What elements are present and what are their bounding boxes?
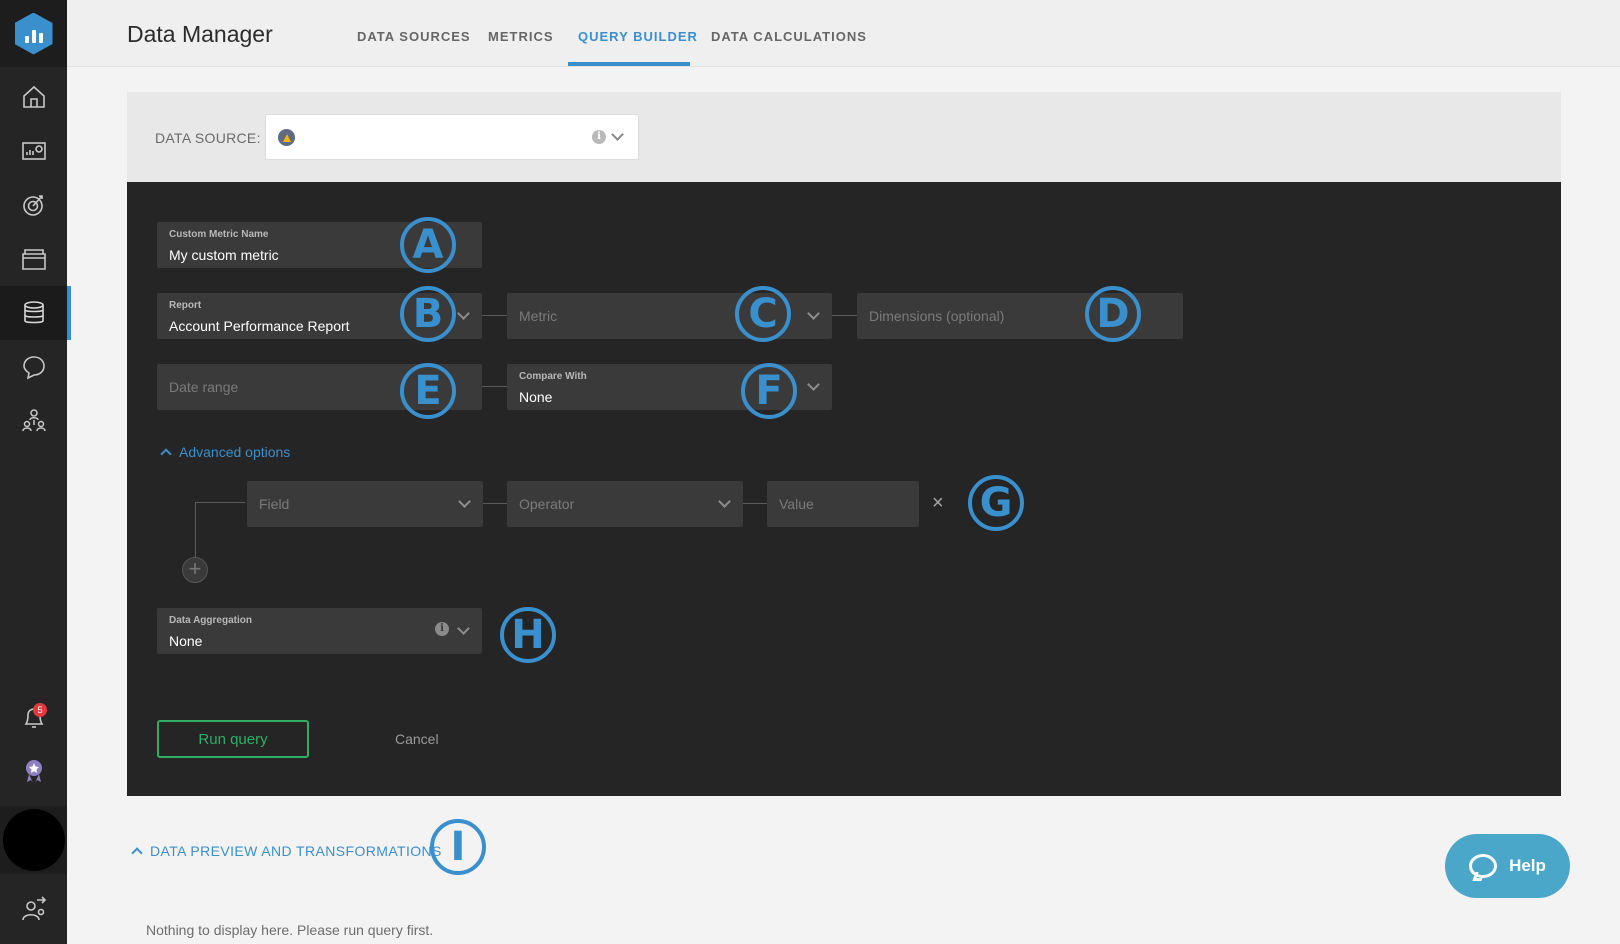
chevron-up-icon: [160, 448, 172, 460]
sidebar-item-dashboards[interactable]: [0, 124, 67, 178]
field-placeholder: Date range: [169, 379, 239, 395]
logo-icon: [14, 12, 53, 55]
annotation-marker-e: E: [400, 363, 456, 419]
database-icon: [23, 301, 44, 324]
field-value: None: [169, 633, 203, 649]
chevron-down-icon: [718, 495, 731, 508]
empty-preview-message: Nothing to display here. Please run quer…: [146, 922, 434, 938]
annotation-marker-c: C: [735, 286, 791, 342]
connector-line: [832, 315, 857, 316]
data-preview-toggle[interactable]: DATA PREVIEW AND TRANSFORMATIONS: [131, 843, 442, 859]
data-aggregation-select[interactable]: Data Aggregation None i: [157, 608, 482, 654]
data-preview-label: DATA PREVIEW AND TRANSFORMATIONS: [150, 843, 442, 859]
top-bar: Data Manager DATA SOURCES METRICS QUERY …: [67, 0, 1620, 67]
field-placeholder: Value: [779, 496, 814, 512]
sidebar-item-goals[interactable]: [0, 178, 67, 232]
sidebar-item-folders[interactable]: [0, 232, 67, 286]
medal-icon: [25, 760, 42, 783]
field-placeholder: Operator: [519, 496, 575, 512]
advanced-options-toggle[interactable]: Advanced options: [160, 444, 291, 460]
notification-badge: 5: [33, 703, 47, 717]
filter-field-select[interactable]: Field: [247, 481, 483, 527]
user-switch-icon: [21, 896, 46, 921]
tab-query-builder[interactable]: QUERY BUILDER: [578, 29, 698, 44]
connector-line: [483, 503, 507, 504]
run-query-button[interactable]: Run query: [157, 720, 309, 758]
chevron-down-icon: [807, 307, 820, 320]
field-value: My custom metric: [169, 247, 279, 263]
profile-item[interactable]: [0, 806, 67, 874]
chevron-up-icon: [131, 847, 143, 859]
team-icon: [21, 409, 46, 432]
sidebar: 5: [0, 0, 71, 944]
field-label: Custom Metric Name: [169, 229, 269, 240]
chevron-down-icon: [807, 378, 820, 391]
dashboard-icon: [21, 142, 46, 160]
field-value: Account Performance Report: [169, 318, 350, 334]
cancel-button[interactable]: Cancel: [395, 731, 439, 747]
sidebar-item-notifications[interactable]: 5: [0, 690, 67, 744]
field-label: Report: [169, 300, 202, 311]
sidebar-item-chat[interactable]: [0, 340, 67, 394]
data-source-label: DATA SOURCE:: [155, 130, 261, 146]
filter-tree-line: [195, 502, 196, 560]
annotation-marker-f: F: [741, 363, 797, 419]
connector-line: [482, 386, 507, 387]
field-placeholder: Field: [259, 496, 290, 512]
google-ads-icon: [278, 129, 295, 146]
field-placeholder: Metric: [519, 308, 558, 324]
field-label: Compare With: [519, 371, 587, 382]
chat-icon: [22, 356, 45, 380]
query-builder-panel: Custom Metric Name My custom metric Repo…: [127, 182, 1561, 796]
filter-tree-line: [195, 502, 245, 503]
connector-line: [743, 503, 767, 504]
sidebar-item-team[interactable]: [0, 394, 67, 448]
goals-icon: [22, 195, 43, 216]
chevron-down-icon: [458, 495, 471, 508]
annotation-marker-i: I: [430, 819, 486, 875]
annotation-marker-h: H: [500, 607, 556, 663]
annotation-marker-d: D: [1085, 286, 1141, 342]
tab-data-sources[interactable]: DATA SOURCES: [357, 29, 471, 44]
info-icon[interactable]: i: [592, 130, 606, 144]
annotation-marker-b: B: [400, 286, 456, 342]
chevron-down-icon: [611, 128, 624, 141]
help-label: Help: [1509, 856, 1546, 875]
home-icon: [22, 85, 45, 108]
advanced-options-label: Advanced options: [179, 444, 291, 460]
chevron-down-icon: [457, 622, 470, 635]
chat-bubble-icon: [1469, 854, 1498, 878]
data-source-panel: DATA SOURCE: i: [127, 92, 1561, 182]
add-filter-button[interactable]: +: [182, 557, 208, 583]
annotation-marker-a: A: [400, 217, 456, 273]
tab-data-calculations[interactable]: DATA CALCULATIONS: [711, 29, 867, 44]
active-tab-indicator: [568, 62, 690, 66]
connector-line: [482, 315, 507, 316]
sidebar-item-rewards[interactable]: [0, 744, 67, 798]
filter-operator-select[interactable]: Operator: [507, 481, 743, 527]
help-button[interactable]: Help: [1445, 834, 1570, 898]
sidebar-item-user-switch[interactable]: [0, 882, 67, 936]
sidebar-item-data-manager[interactable]: [0, 286, 71, 340]
field-label: Data Aggregation: [169, 615, 252, 626]
sidebar-item-home[interactable]: [0, 70, 67, 124]
tab-metrics[interactable]: METRICS: [488, 29, 554, 44]
page-title: Data Manager: [127, 21, 273, 47]
annotation-marker-g: G: [968, 475, 1024, 531]
folder-icon: [21, 249, 46, 270]
remove-filter-icon[interactable]: ×: [932, 492, 944, 515]
field-value: None: [519, 389, 553, 405]
chevron-down-icon: [457, 307, 470, 320]
filter-value-input[interactable]: Value: [767, 481, 919, 527]
avatar: [2, 809, 65, 871]
app-logo[interactable]: [0, 0, 67, 67]
data-source-select[interactable]: i: [265, 114, 639, 160]
info-icon[interactable]: i: [435, 622, 449, 636]
field-placeholder: Dimensions (optional): [869, 308, 1005, 324]
